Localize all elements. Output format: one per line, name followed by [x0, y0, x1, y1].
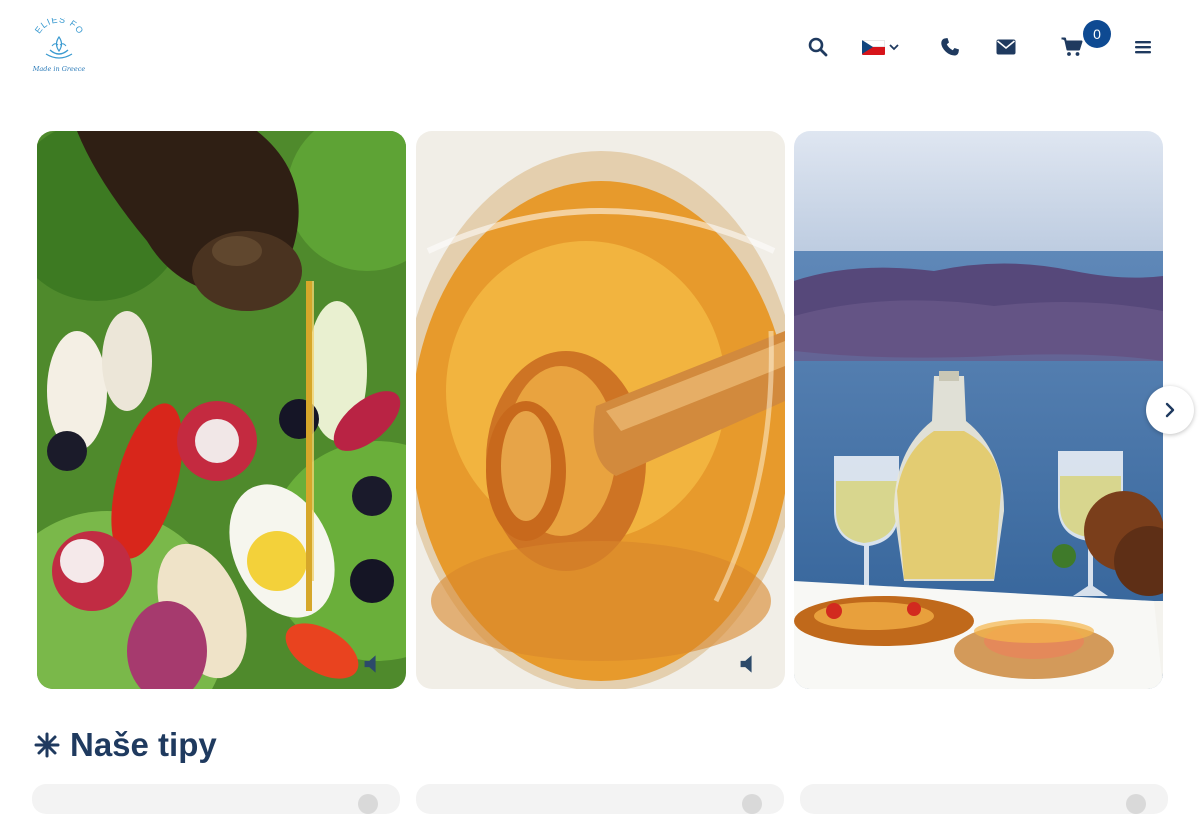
search-icon — [808, 37, 828, 57]
phone-button[interactable] — [936, 33, 964, 61]
salad-image — [37, 131, 406, 689]
speaker-icon — [740, 655, 752, 673]
logo[interactable]: ELIES FOOD Made in Greece — [26, 10, 88, 76]
site-header: ELIES FOOD Made in Greece — [0, 0, 1200, 95]
carousel-slide-honey[interactable] — [416, 131, 785, 689]
section-title-text: Naše tipy — [70, 726, 217, 763]
cart-count-badge: 0 — [1083, 20, 1111, 48]
cart-button[interactable] — [1058, 33, 1086, 61]
language-selector[interactable] — [862, 37, 906, 57]
sound-toggle-button[interactable] — [363, 653, 385, 675]
honey-image — [416, 131, 785, 689]
search-button[interactable] — [804, 33, 832, 61]
video-carousel — [37, 131, 1163, 689]
favorite-icon[interactable] — [742, 794, 762, 814]
phone-icon — [941, 38, 959, 56]
cart-icon — [1061, 37, 1083, 56]
menu-button[interactable] — [1129, 33, 1157, 61]
chevron-right-icon — [1165, 402, 1175, 418]
czech-flag-icon — [862, 39, 885, 55]
favorite-icon[interactable] — [1126, 794, 1146, 814]
speaker-icon — [364, 655, 376, 673]
sound-toggle-button[interactable] — [739, 653, 761, 675]
product-card[interactable] — [800, 784, 1168, 814]
favorite-icon[interactable] — [358, 794, 378, 814]
svg-text:ELIES FOOD: ELIES FOOD — [30, 18, 86, 36]
chevron-down-icon — [889, 44, 899, 51]
email-button[interactable] — [992, 33, 1020, 61]
carousel-next-button[interactable] — [1146, 386, 1194, 434]
wine-image — [794, 131, 1163, 689]
carousel-slide-wine[interactable] — [794, 131, 1163, 689]
logo-text: ELIES FOOD — [26, 10, 85, 36]
carousel-slide-salad[interactable] — [37, 131, 406, 689]
asterisk-icon — [34, 732, 60, 758]
envelope-icon — [996, 39, 1016, 55]
menu-icon — [1135, 41, 1151, 54]
product-card[interactable] — [416, 784, 784, 814]
logo-tagline: Made in Greece — [32, 65, 86, 73]
product-card[interactable] — [32, 784, 400, 814]
section-title: Naše tipy — [34, 725, 217, 765]
